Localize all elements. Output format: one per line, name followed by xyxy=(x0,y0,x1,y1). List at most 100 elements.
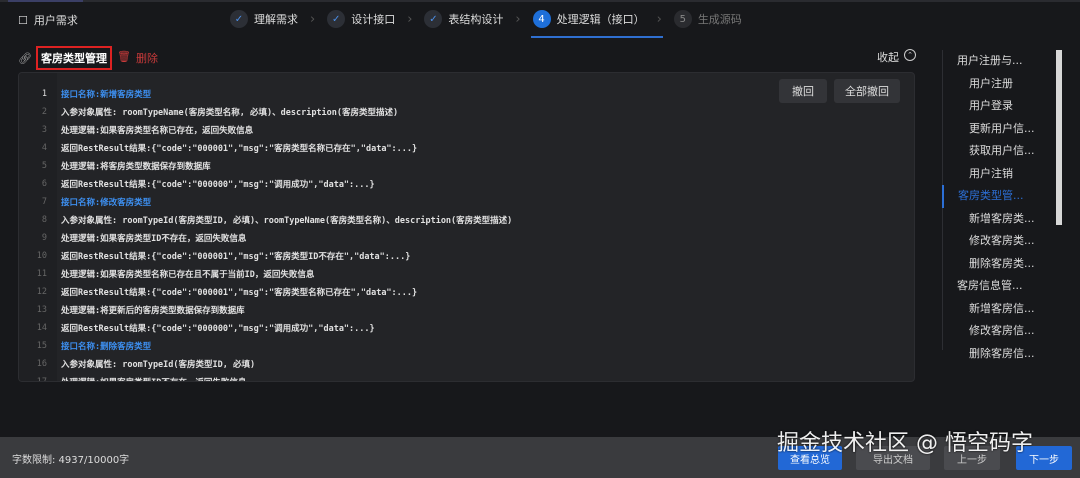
line-text: 返回RestResult结果:{"code":"000001","msg":"客… xyxy=(61,252,411,262)
code-line[interactable]: 15 接口名称:删除客房类型 xyxy=(19,337,914,355)
outline-item[interactable]: 新增客房类... xyxy=(943,208,1052,231)
line-number: 12 xyxy=(36,287,47,297)
outline-item[interactable]: 用户注册 xyxy=(943,73,1052,96)
code-line[interactable]: 2 入参对象属性: roomTypeName(客房类型名称, 必填)、descri… xyxy=(19,103,914,121)
line-number: 3 xyxy=(41,125,47,135)
revert-all-button[interactable]: 全部撤回 xyxy=(834,79,900,103)
code-line[interactable]: 8 入参对象属性: roomTypeId(客房类型ID, 必填)、roomType… xyxy=(19,211,914,229)
step-number: 4 xyxy=(532,10,551,28)
step-number: 5 xyxy=(673,10,692,28)
line-number: 15 xyxy=(36,341,47,351)
code-line[interactable]: 6 返回RestResult结果:{"code":"000000","msg":"… xyxy=(19,175,914,193)
line-text: 入参对象属性: roomTypeId(客房类型ID, 必填)、roomTypeN… xyxy=(61,216,513,226)
outline-item[interactable]: 用户注册与... xyxy=(943,50,1052,73)
line-number: 13 xyxy=(36,305,47,315)
stepper: ✓ 理解需求 › ✓ 设计接口 › ✓ 表结构设计 › 4 处理逻辑（接口） › 5 生成源码 xyxy=(230,9,742,38)
line-text: 处理逻辑:如果客房类型名称已存在且不属于当前ID，返回失败信息 xyxy=(61,270,315,280)
line-text: 接口名称:新增客房类型 xyxy=(61,90,152,100)
step-label: 处理逻辑（接口） xyxy=(556,13,645,26)
collapse-button[interactable]: 收起 ⌃ xyxy=(877,49,916,65)
link-icon: 🔗︎ xyxy=(18,51,32,65)
step-5[interactable]: 5 生成源码 xyxy=(673,10,742,28)
top-divider xyxy=(0,0,1080,2)
code-line[interactable]: 5 处理逻辑:将客房类型数据保存到数据库 xyxy=(19,157,914,175)
line-text: 接口名称:修改客房类型 xyxy=(61,198,152,208)
line-text: 处理逻辑:如果客房类型ID不存在，返回失败信息 xyxy=(61,376,246,381)
step-label: 生成源码 xyxy=(697,13,742,26)
line-number: 1 xyxy=(41,89,47,99)
revert-button[interactable]: 撤回 xyxy=(779,79,827,103)
chevron-right-icon: › xyxy=(310,11,316,27)
step-label: 理解需求 xyxy=(254,13,298,26)
line-text: 返回RestResult结果:{"code":"000001","msg":"客… xyxy=(61,144,418,154)
line-number: 17 xyxy=(36,377,47,382)
char-limit: 字数限制: 4937/10000字 xyxy=(12,455,130,466)
outline-scrollbar[interactable] xyxy=(1056,50,1062,225)
outline-item[interactable]: 用户注销 xyxy=(943,163,1052,186)
code-line[interactable]: 13 处理逻辑:将更新后的客房类型数据保存到数据库 xyxy=(19,301,914,319)
outline-item[interactable]: 删除客房类... xyxy=(943,253,1052,276)
line-number: 2 xyxy=(41,107,47,117)
line-text: 返回RestResult结果:{"code":"000001","msg":"客… xyxy=(61,288,418,298)
outline-item[interactable]: 更新用户信... xyxy=(943,118,1052,141)
line-number: 6 xyxy=(41,179,47,189)
check-icon: ✓ xyxy=(230,10,248,28)
line-text: 处理逻辑:将客房类型数据保存到数据库 xyxy=(61,162,211,172)
delete-button[interactable]: 🗑︎ 删除 xyxy=(117,50,158,66)
code-line[interactable]: 12 返回RestResult结果:{"code":"000001","msg":… xyxy=(19,283,914,301)
step-4[interactable]: 4 处理逻辑（接口） xyxy=(530,10,663,38)
trash-icon: 🗑︎ xyxy=(117,50,131,63)
section-title: 🔗︎ 客房类型管理 xyxy=(18,46,112,70)
line-number: 8 xyxy=(41,215,47,225)
line-number: 16 xyxy=(36,359,47,369)
line-text: 入参对象属性: roomTypeId(客房类型ID, 必填) xyxy=(61,360,256,370)
line-number: 7 xyxy=(41,197,47,207)
check-icon: ✓ xyxy=(327,10,346,28)
step-3[interactable]: ✓ 表结构设计 xyxy=(424,10,503,28)
chevron-right-icon: › xyxy=(656,11,662,27)
outline-item[interactable]: 删除客房信... xyxy=(943,343,1052,366)
check-icon: ✓ xyxy=(424,10,443,28)
line-number: 11 xyxy=(36,269,47,279)
chevron-up-circle-icon: ⌃ xyxy=(904,49,916,61)
code-line[interactable]: 14 返回RestResult结果:{"code":"000000","msg":… xyxy=(19,319,914,337)
comment-icon: ☐ xyxy=(18,13,28,27)
line-text: 返回RestResult结果:{"code":"000000","msg":"调… xyxy=(61,324,375,334)
outline-item[interactable]: 客房类型管... xyxy=(942,185,1052,208)
outline-item[interactable]: 获取用户信... xyxy=(943,140,1052,163)
step-1[interactable]: ✓ 理解需求 xyxy=(230,10,298,28)
outline-item[interactable]: 修改客房类... xyxy=(943,230,1052,253)
outline-item[interactable]: 客房信息管... xyxy=(943,275,1052,298)
chevron-right-icon: › xyxy=(515,11,521,27)
line-number: 5 xyxy=(41,161,47,171)
chevron-right-icon: › xyxy=(407,11,413,27)
code-line[interactable]: 7 接口名称:修改客房类型 xyxy=(19,193,914,211)
requirement-link[interactable]: ☐ 用户需求 xyxy=(18,12,78,28)
code-line[interactable]: 4 返回RestResult结果:{"code":"000001","msg":"… xyxy=(19,139,914,157)
line-text: 处理逻辑:如果客房类型名称已存在，返回失败信息 xyxy=(61,126,254,136)
outline-item[interactable]: 新增客房信... xyxy=(943,298,1052,321)
step-label: 表结构设计 xyxy=(448,13,504,26)
line-text: 返回RestResult结果:{"code":"000000","msg":"调… xyxy=(61,180,375,190)
line-text: 入参对象属性: roomTypeName(客房类型名称, 必填)、descrip… xyxy=(61,108,399,118)
code-line[interactable]: 11 处理逻辑:如果客房类型名称已存在且不属于当前ID，返回失败信息 xyxy=(19,265,914,283)
code-editor[interactable]: 1 接口名称:新增客房类型 2 入参对象属性: roomTypeName(客房类型名称… xyxy=(18,72,915,382)
line-number: 14 xyxy=(36,323,47,333)
step-2[interactable]: ✓ 设计接口 xyxy=(327,10,395,28)
code-line[interactable]: 3 处理逻辑:如果客房类型名称已存在，返回失败信息 xyxy=(19,121,914,139)
code-line[interactable]: 17 处理逻辑:如果客房类型ID不存在，返回失败信息 xyxy=(19,373,914,382)
line-number: 10 xyxy=(36,251,47,261)
line-text: 接口名称:删除客房类型 xyxy=(61,342,152,352)
line-text: 处理逻辑:将更新后的客房类型数据保存到数据库 xyxy=(61,306,245,316)
outline-item[interactable]: 用户登录 xyxy=(943,95,1052,118)
line-number: 4 xyxy=(41,143,47,153)
step-label: 设计接口 xyxy=(351,13,396,26)
code-line[interactable]: 9 处理逻辑:如果客房类型ID不存在，返回失败信息 xyxy=(19,229,914,247)
code-line[interactable]: 10 返回RestResult结果:{"code":"000001","msg":… xyxy=(19,247,914,265)
line-text: 处理逻辑:如果客房类型ID不存在，返回失败信息 xyxy=(61,234,247,244)
code-line[interactable]: 16 入参对象属性: roomTypeId(客房类型ID, 必填) xyxy=(19,355,914,373)
watermark: 掘金技术社区 @ 悟空码字 xyxy=(777,431,1033,456)
outline-nav: 用户注册与... 用户注册 用户登录 更新用户信... 获取用户信... 用户注销 客房类型… xyxy=(942,50,1052,360)
outline-item[interactable]: 修改客房信... xyxy=(943,320,1052,343)
line-number: 9 xyxy=(41,233,47,243)
